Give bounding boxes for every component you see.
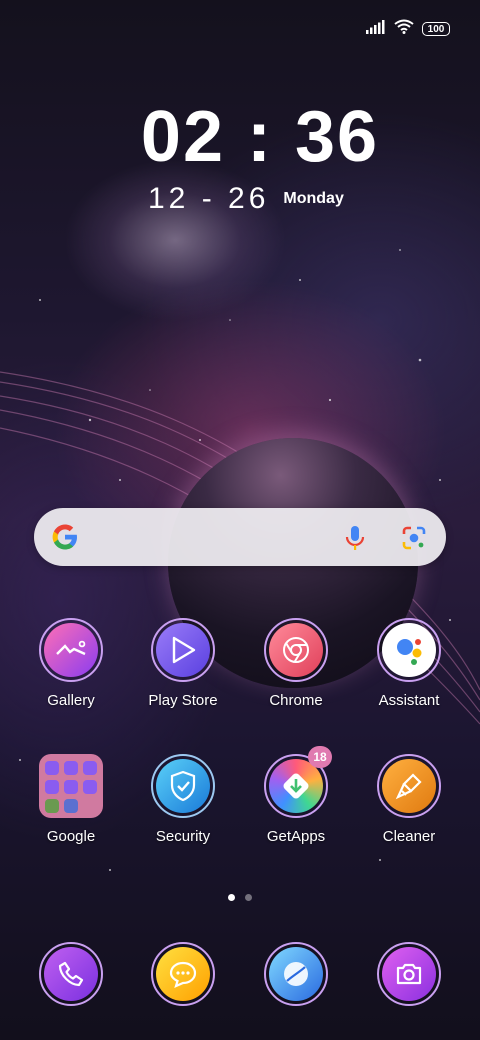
date-value: 12 - 26 [148, 182, 270, 215]
app-label: Security [155, 828, 211, 845]
assistant-icon [377, 618, 441, 682]
app-chrome[interactable]: Chrome [241, 618, 351, 709]
gallery-icon [39, 618, 103, 682]
google-folder-icon [39, 754, 103, 818]
app-label: Assistant [378, 692, 440, 709]
status-bar: 100 [0, 0, 480, 56]
play-store-icon [151, 618, 215, 682]
app-google-folder[interactable]: Google [16, 754, 126, 845]
dock-messages[interactable] [128, 942, 238, 1006]
dock-browser[interactable] [241, 942, 351, 1006]
signal-icon [366, 19, 386, 39]
messages-icon [151, 942, 215, 1006]
mic-icon[interactable] [344, 524, 366, 557]
app-getapps[interactable]: 18 GetApps [241, 746, 351, 845]
app-cleaner[interactable]: Cleaner [354, 754, 464, 845]
google-g-icon [50, 522, 80, 557]
clock-date[interactable]: 12 - 26 Monday [148, 182, 344, 216]
app-label: Google [46, 828, 96, 845]
dock-phone[interactable] [16, 942, 126, 1006]
security-icon [151, 754, 215, 818]
app-assistant[interactable]: Assistant [354, 618, 464, 709]
app-label: Play Store [148, 692, 218, 709]
phone-icon [39, 942, 103, 1006]
google-search-bar[interactable] [34, 508, 446, 566]
browser-icon [264, 942, 328, 1006]
app-play-store[interactable]: Play Store [128, 618, 238, 709]
getapps-icon: 18 [264, 746, 332, 818]
app-gallery[interactable]: Gallery [16, 618, 126, 709]
app-label: Cleaner [382, 828, 436, 845]
app-label: Chrome [269, 692, 323, 709]
page-dot[interactable] [245, 894, 252, 901]
app-label: GetApps [266, 828, 326, 845]
notification-badge: 18 [308, 746, 332, 768]
lens-icon[interactable] [400, 524, 428, 557]
wifi-icon [394, 19, 414, 39]
app-label: Gallery [47, 692, 95, 709]
cleaner-icon [377, 754, 441, 818]
page-indicator[interactable] [228, 894, 252, 901]
page-dot-active[interactable] [228, 894, 235, 901]
chrome-icon [264, 618, 328, 682]
dock-camera[interactable] [354, 942, 464, 1006]
clock-time[interactable]: 02 : 36 [0, 96, 480, 178]
weekday: Monday [283, 190, 344, 207]
camera-icon [377, 942, 441, 1006]
battery-icon: 100 [422, 22, 450, 36]
app-security[interactable]: Security [128, 754, 238, 845]
